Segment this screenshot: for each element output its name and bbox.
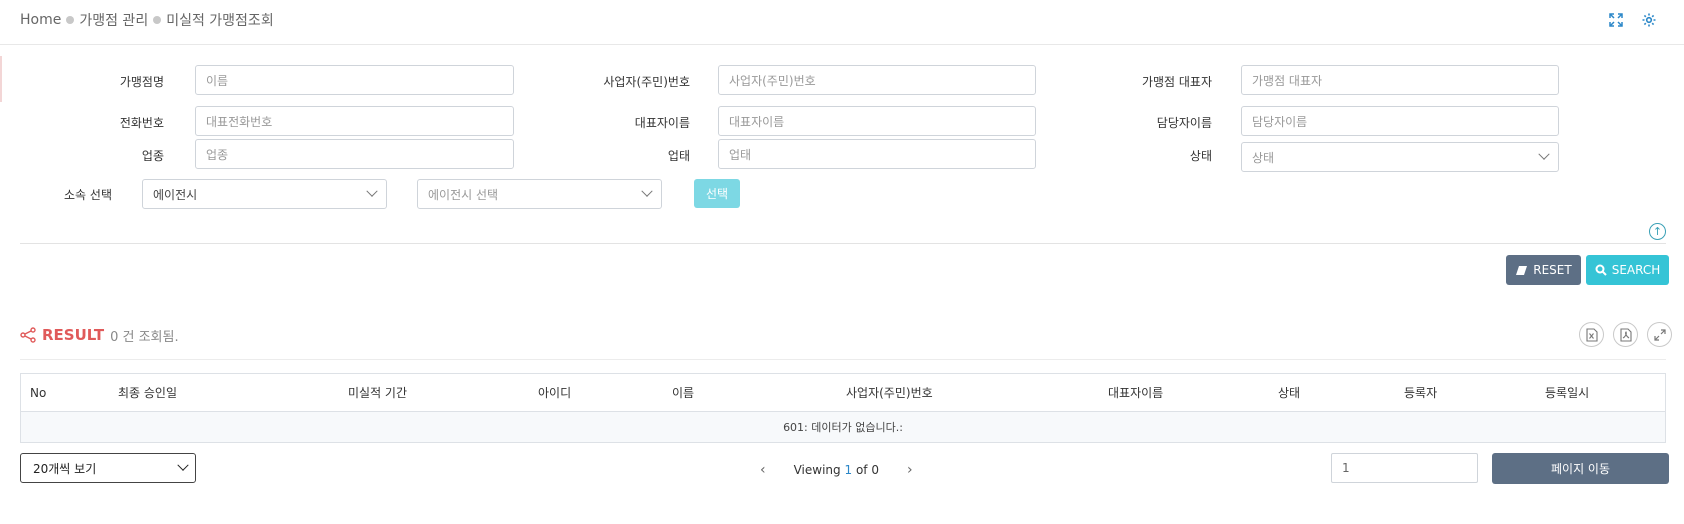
next-page-icon[interactable]: › [907, 462, 913, 478]
header-divider [0, 44, 1684, 45]
column-header[interactable]: 미실적 기간 [348, 374, 407, 412]
reset-button[interactable]: RESET [1506, 255, 1581, 285]
result-count: 0 건 조회됨. [110, 329, 179, 345]
search-button-label: SEARCH [1611, 263, 1661, 277]
state-label: 상태 [1189, 149, 1212, 163]
share-icon [20, 327, 36, 343]
store-name-input[interactable]: 이름 [195, 65, 514, 95]
goto-page-button[interactable]: 페이지 이동 [1492, 453, 1669, 484]
affiliation-select-value: 에이전시 [153, 187, 198, 202]
agency-select[interactable]: 에이전시 선택 [417, 179, 662, 209]
state-select-value: 상태 [1252, 150, 1275, 165]
search-button[interactable]: SEARCH [1586, 255, 1669, 285]
page-size-select[interactable]: 20개씩 보기 [20, 453, 196, 483]
search-icon [1595, 264, 1607, 276]
page-number-input[interactable]: 1 [1331, 453, 1478, 483]
agency-select-value: 에이전시 선택 [428, 187, 499, 202]
rep-name-label: 가맹점 대표자 [1141, 75, 1212, 89]
select-button[interactable]: 선택 [694, 179, 740, 208]
affiliation-select[interactable]: 에이전시 [142, 179, 387, 209]
expand-icon[interactable] [1647, 322, 1672, 347]
breadcrumb-separator [66, 16, 75, 24]
chevron-down-icon [1538, 148, 1550, 160]
column-header[interactable]: 아이디 [538, 374, 571, 412]
breadcrumb-separator [153, 16, 162, 24]
left-accent-bar [0, 56, 2, 102]
collapse-up-icon[interactable]: ↑ [1649, 223, 1666, 240]
search-divider [20, 243, 1666, 244]
result-title: RESULT [42, 326, 105, 344]
empty-row: 601: 데이터가 없습니다.: [21, 412, 1665, 442]
eraser-icon [1516, 265, 1528, 275]
settings-icon[interactable] [1640, 11, 1658, 29]
phone-input[interactable]: 대표전화번호 [195, 106, 514, 136]
manager-label: 담당자이름 [1156, 116, 1212, 130]
affiliation-label: 소속 선택 [64, 188, 112, 202]
breadcrumb-store-management[interactable]: 가맹점 관리 [79, 10, 148, 30]
column-header[interactable]: 사업자(주민)번호 [846, 374, 933, 412]
table-header: No 최종 승인일 미실적 기간 아이디 이름 사업자(주민)번호 대표자이름 … [21, 374, 1665, 412]
chevron-down-icon [177, 459, 189, 471]
chevron-down-icon [641, 185, 653, 197]
page-size-value: 20개씩 보기 [33, 461, 97, 476]
pdf-icon[interactable] [1613, 322, 1638, 347]
column-header[interactable]: 이름 [672, 374, 694, 412]
breadcrumb-home[interactable]: Home [20, 12, 61, 28]
pager-navigation: ‹ Viewing 1 of 0 › [760, 460, 913, 480]
manager-input[interactable]: 담당자이름 [1241, 106, 1559, 136]
prev-page-icon[interactable]: ‹ [760, 462, 766, 478]
column-header[interactable]: 등록일시 [1545, 374, 1589, 412]
column-header[interactable]: 등록자 [1404, 374, 1437, 412]
column-header[interactable]: 상태 [1278, 374, 1300, 412]
result-header: RESULT 0 건 조회됨. [20, 323, 179, 347]
fullscreen-icon[interactable] [1607, 11, 1625, 29]
excel-icon[interactable] [1579, 322, 1604, 347]
result-divider [20, 359, 1666, 360]
empty-message: 601: 데이터가 없습니다.: [783, 421, 903, 434]
breadcrumb-current-page: 미실적 가맹점조회 [166, 13, 274, 29]
biz-no-label: 사업자(주민)번호 [603, 75, 690, 89]
column-header[interactable]: 대표자이름 [1108, 374, 1163, 412]
rep-name-input[interactable]: 가맹점 대표자 [1241, 65, 1559, 95]
biz-status-label: 업태 [667, 149, 690, 163]
chevron-down-icon [366, 185, 378, 197]
state-select[interactable]: 상태 [1241, 142, 1559, 172]
biz-type-label: 업종 [141, 149, 164, 163]
rep-person-input[interactable]: 대표자이름 [718, 106, 1036, 136]
current-page: 1 [844, 463, 853, 477]
store-name-label: 가맹점명 [119, 75, 164, 89]
biz-type-input[interactable]: 업종 [195, 139, 514, 169]
total-pages: of 0 [855, 463, 879, 477]
result-table: No 최종 승인일 미실적 기간 아이디 이름 사업자(주민)번호 대표자이름 … [20, 373, 1666, 443]
phone-label: 전화번호 [119, 116, 164, 130]
reset-button-label: RESET [1533, 263, 1572, 277]
column-header[interactable]: 최종 승인일 [118, 374, 177, 412]
biz-status-input[interactable]: 업태 [718, 139, 1036, 169]
breadcrumb: Home 가맹점 관리 미실적 가맹점조회 [20, 10, 274, 30]
column-header[interactable]: No [30, 374, 46, 412]
rep-person-label: 대표자이름 [634, 116, 690, 130]
viewing-text: Viewing 1 of 0 [794, 463, 879, 477]
biz-no-input[interactable]: 사업자(주민)번호 [718, 65, 1036, 95]
viewing-prefix: Viewing [793, 463, 841, 477]
